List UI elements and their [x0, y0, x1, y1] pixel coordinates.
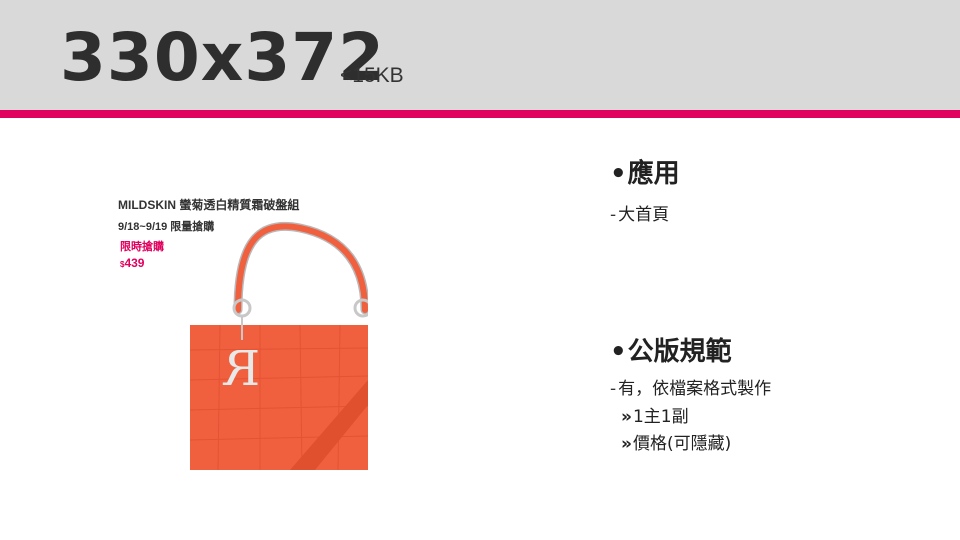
spec-item-main-sub: »1主1副 — [621, 407, 689, 427]
chevron-right-icon: » — [621, 407, 632, 427]
banner-promo-label: 限時搶購 — [120, 241, 164, 253]
price-value: 439 — [124, 256, 145, 270]
accent-divider — [0, 110, 960, 118]
svg-text:R: R — [222, 341, 260, 397]
banner-preview: R MILDSKIN 蠻菊透白精質霜破盤組 9/18~9/19 限量搶購 限時搶… — [110, 190, 368, 470]
application-item: - 大首頁 — [610, 205, 670, 225]
file-size-note: <15KB — [340, 64, 404, 87]
banner-price: $439 — [120, 256, 144, 270]
spec-item-price: »價格(可隱藏) — [621, 434, 732, 454]
bullet-icon: • — [610, 337, 627, 367]
banner-product-name: MILDSKIN 蠻菊透白精質霜破盤組 — [118, 198, 300, 212]
chevron-right-icon: » — [621, 434, 632, 454]
spec-heading: •公版規範 — [610, 337, 732, 367]
header-band: 330x372 <15KB — [0, 0, 960, 110]
spec-item-format: - 有，依檔案格式製作 — [610, 379, 772, 399]
banner-size-title: 330x372 — [60, 19, 386, 96]
banner-date-range: 9/18~9/19 限量搶購 — [118, 221, 215, 233]
application-heading: •應用 — [610, 159, 680, 189]
bullet-icon: • — [610, 159, 627, 189]
